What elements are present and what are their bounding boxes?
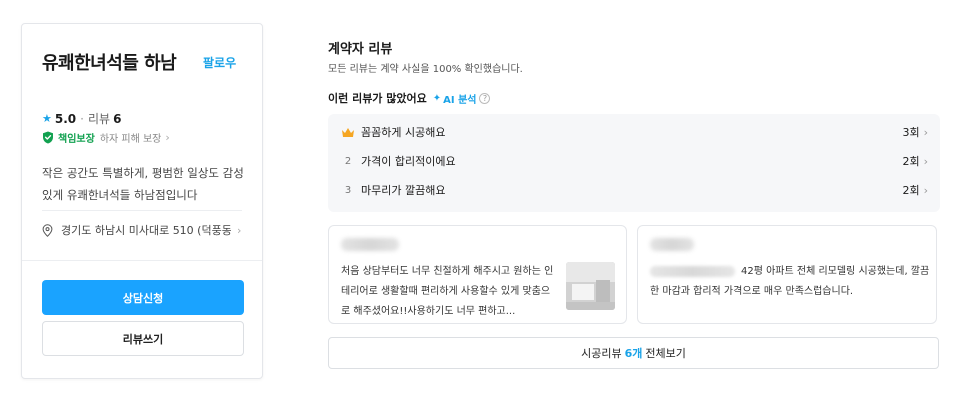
- rank-number: 2: [344, 155, 352, 167]
- all-reviews-count: 6개: [624, 347, 643, 360]
- consult-button[interactable]: 상담신청: [42, 280, 244, 315]
- rating-score: 5.0: [54, 111, 77, 126]
- review-text-block: 42평 아파트 전체 리모델링 시공했는데, 깔끔한 마감과 합리적 가격으로 …: [650, 262, 930, 302]
- keyword-text: 꼼꼼하게 시공해요: [361, 126, 446, 139]
- review-count: 6: [113, 111, 122, 126]
- divider: [22, 260, 262, 261]
- chevron-right-icon: ›: [923, 183, 928, 197]
- reviewer-name-blurred: [650, 238, 694, 251]
- review-text: 처음 상담부터도 너무 친절하게 해주시고 원하는 인테리어로 생활할때 편리하…: [341, 266, 554, 317]
- guarantee-row[interactable]: 책임보장 하자 피해 보장 ›: [42, 130, 170, 145]
- keyword-ranking: 꼼꼼하게 시공해요 3회 › 2 가격이 합리적이에요 2회 › 3 마무리가 …: [328, 114, 940, 212]
- many-reviews-label: 이런 리뷰가 많았어요: [328, 92, 427, 105]
- address-row[interactable]: 경기도 하남시 미사대로 510 (덕풍동, 현대지식산업센터 한강미사2차) …: [42, 222, 247, 238]
- address-text: 경기도 하남시 미사대로 510 (덕풍동, 현대지식산업센터 한강미사2차): [61, 224, 231, 237]
- view-all-reviews-button[interactable]: 시공리뷰 6개 전체보기: [328, 337, 939, 369]
- section-subtitle: 모든 리뷰는 계약 사실을 100% 확인했습니다.: [328, 64, 523, 75]
- keyword-count: 2회: [902, 155, 920, 168]
- all-reviews-prefix: 시공리뷰: [581, 347, 622, 360]
- crown-icon: [340, 127, 356, 138]
- keyword-row[interactable]: 2 가격이 합리적이에요 2회 ›: [340, 151, 928, 171]
- chevron-right-icon: ›: [923, 154, 928, 168]
- company-name: 유쾌한녀석들 하남: [42, 53, 177, 74]
- keyword-text: 마무리가 깔끔해요: [361, 184, 446, 197]
- blurred-text: [650, 265, 735, 277]
- review-card[interactable]: 42평 아파트 전체 리모델링 시공했는데, 깔끔한 마감과 합리적 가격으로 …: [637, 225, 937, 324]
- profile-card: 유쾌한녀석들 하남 팔로우 ★ 5.0 · 리뷰 6 책임보장 하자 피해 보장…: [21, 23, 263, 379]
- write-review-button[interactable]: 리뷰쓰기: [42, 321, 244, 356]
- keyword-text: 가격이 합리적이에요: [361, 155, 456, 168]
- keyword-row[interactable]: 꼼꼼하게 시공해요 3회 ›: [340, 122, 928, 142]
- rank-number: 3: [344, 184, 352, 196]
- rating-row: ★ 5.0 · 리뷰 6: [42, 110, 121, 127]
- all-reviews-suffix: 전체보기: [645, 347, 686, 360]
- review-label: 리뷰: [87, 112, 111, 126]
- follow-button[interactable]: 팔로우: [203, 54, 236, 71]
- chevron-right-icon: ›: [165, 131, 170, 144]
- divider: [42, 210, 242, 211]
- keyword-count: 3회: [902, 126, 920, 139]
- review-keywords-header: 이런 리뷰가 많았어요 ✦ AI 분석 ?: [328, 90, 491, 106]
- company-description: 작은 공간도 특별하게, 평범한 일상도 감성 있게 유쾌한녀석들 하남점입니다: [42, 166, 244, 202]
- star-icon: ★: [42, 112, 52, 125]
- reviewer-name-blurred: [341, 238, 399, 251]
- ai-analysis-label: AI 분석: [443, 94, 477, 106]
- keyword-row[interactable]: 3 마무리가 깔끔해요 2회 ›: [340, 180, 928, 200]
- chevron-right-icon: ›: [923, 125, 928, 139]
- help-icon[interactable]: ?: [479, 92, 491, 104]
- guarantee-label: 책임보장: [58, 134, 95, 145]
- review-card[interactable]: 처음 상담부터도 너무 친절하게 해주시고 원하는 인테리어로 생활할때 편리하…: [328, 225, 627, 324]
- shield-check-icon: [43, 131, 53, 144]
- sparkle-icon: ✦: [432, 92, 442, 104]
- location-pin-icon: [42, 223, 53, 237]
- separator-dot: ·: [80, 111, 84, 126]
- review-photo: [566, 262, 615, 310]
- guarantee-sub: 하자 피해 보장: [99, 134, 162, 145]
- chevron-right-icon: ›: [237, 223, 242, 237]
- section-title: 계약자 리뷰: [328, 42, 393, 57]
- keyword-count: 2회: [902, 184, 920, 197]
